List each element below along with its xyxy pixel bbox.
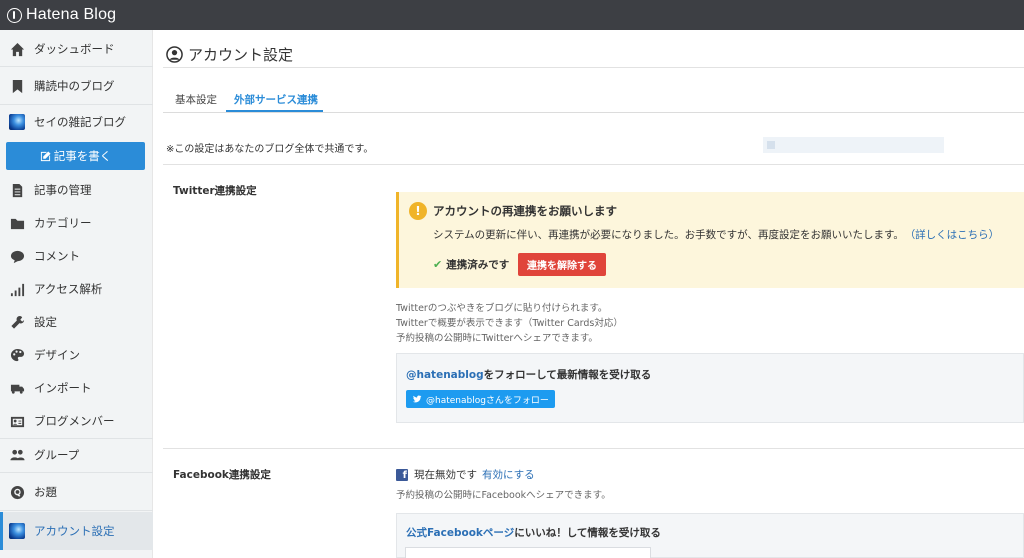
warning-icon: ! [409,202,427,220]
alert-title: アカウントの再連携をお願いします [433,204,617,218]
sidebar-item-blog[interactable]: セイの雑記ブログ [0,106,153,138]
sidebar-item-subscriptions[interactable]: 購読中のブログ [0,70,153,102]
sidebar-item-groups[interactable]: グループ [0,439,153,471]
write-article-button[interactable]: 記事を書く [6,142,145,170]
sidebar-item-articles[interactable]: 記事の管理 [0,174,153,206]
sidebar-item-label: アクセス解析 [34,282,103,296]
folder-icon [9,215,25,231]
home-icon [9,41,25,57]
divider [163,448,1024,449]
facebook-status: 現在無効です [414,469,477,481]
facebook-like-box: 公式Facebookページにいいね！して情報を受け取る [396,513,1024,558]
sidebar-item-label: 記事の管理 [34,183,92,197]
sidebar-item-comments[interactable]: コメント [0,240,153,272]
sidebar-item-label: カテゴリー [34,216,92,230]
common-settings-note: ※この設定はあなたのブログ全体で共通です。 [166,144,374,155]
twitter-desc-line: 予約投稿の公開時にTwitterへシェアできます。 [396,333,598,344]
top-bar: Hatena Blog [0,0,1024,30]
divider [0,472,153,473]
group-icon [9,447,25,463]
sidebar-item-label: 設定 [34,315,57,329]
sidebar: ダッシュボード 購読中のブログ セイの雑記ブログ 記事を書く 記事の管理 カテゴ… [0,30,153,558]
facebook-desc: 予約投稿の公開時にFacebookへシェアできます。 [396,490,611,501]
active-indicator [0,512,3,550]
divider [163,67,1024,68]
twitter-follow-label: @hatenablogさんをフォロー [426,395,549,406]
facebook-like-text-rest: にいいね！して情報を受け取る [514,527,661,539]
faded-overlay-element [763,137,944,153]
tab-basic-settings[interactable]: 基本設定 [175,92,217,107]
sidebar-item-design[interactable]: デザイン [0,339,153,371]
connected-label: 連携済みです [446,259,510,271]
sidebar-item-label: 購読中のブログ [34,79,115,93]
sidebar-item-label: セイの雑記ブログ [34,115,126,129]
write-button-label: 記事を書く [53,149,112,163]
follow-text: @hatenablogをフォローして最新情報を受け取る [406,367,651,382]
user-circle-icon [166,46,183,63]
blog-avatar-icon [9,114,25,130]
sidebar-item-label: インポート [34,381,92,395]
follow-text-rest: をフォローして最新情報を受け取る [483,369,652,381]
facebook-status-row: f 現在無効です 有効にする [396,467,535,482]
alert-body: システムの更新に伴い、再連携が必要になりました。お手数ですが、再度設定をお願いい… [433,227,999,242]
sidebar-item-label: お題 [34,485,57,499]
twitter-desc-line: Twitterのつぶやきをブログに貼り付けられます。 [396,303,608,314]
facebook-section-label: Facebook連携設定 [173,469,271,481]
sidebar-item-label: コメント [34,249,80,263]
twitter-section-label: Twitter連携設定 [173,185,257,197]
divider [0,510,153,511]
tab-external-services[interactable]: 外部サービス連携 [234,92,318,107]
sidebar-item-label: グループ [34,448,80,462]
hatena-logo-icon [7,7,22,23]
sidebar-item-label: ダッシュボード [34,42,115,56]
palette-icon [9,347,25,363]
wrench-icon [9,314,25,330]
sidebar-item-import[interactable]: インポート [0,372,153,404]
divider [163,164,1024,165]
facebook-icon: f [396,468,408,481]
comment-icon [9,248,25,264]
twitter-follow-button[interactable]: @hatenablogさんをフォロー [406,390,555,408]
sidebar-item-topics[interactable]: お題 [0,476,153,508]
facebook-page-link[interactable]: 公式Facebookページ [406,527,514,539]
id-card-icon [9,413,25,429]
divider [163,112,1024,113]
bar-chart-icon [9,281,25,297]
sidebar-item-label: アカウント設定 [34,524,115,538]
facebook-enable-link[interactable]: 有効にする [482,467,535,482]
page-title: アカウント設定 [166,44,293,65]
facebook-page-widget[interactable] [405,547,651,558]
sidebar-item-label: ブログメンバー [34,414,115,428]
account-avatar-icon [9,523,25,539]
details-link[interactable]: （詳しくはこちら） [910,229,999,241]
twitter-follow-box: @hatenablogをフォローして最新情報を受け取る @hatenablogさ… [396,353,1024,423]
hatena-blog-logo[interactable]: Hatena Blog [7,6,116,24]
facebook-like-text: 公式Facebookページにいいね！して情報を受け取る [406,525,661,540]
sidebar-item-account-settings[interactable]: アカウント設定 [0,512,153,550]
connected-status: ✔ 連携済みです [433,257,509,272]
sidebar-item-label: デザイン [34,348,80,362]
sidebar-item-settings[interactable]: 設定 [0,306,153,338]
sidebar-item-members[interactable]: ブログメンバー [0,405,153,437]
sidebar-item-categories[interactable]: カテゴリー [0,207,153,239]
document-icon [9,182,25,198]
bookmark-icon [9,78,25,94]
divider [0,104,153,105]
hatenablog-account-link[interactable]: @hatenablog [406,369,484,381]
divider [0,66,153,67]
truck-icon [9,380,25,396]
edit-icon [40,150,51,161]
twitter-bird-icon [412,395,422,403]
main-content: アカウント設定 基本設定 外部サービス連携 ※この設定はあなたのブログ全体で共通… [153,30,1024,558]
twitter-desc-line: Twitterで概要が表示できます（Twitter Cards対応） [396,318,623,329]
sidebar-item-dashboard[interactable]: ダッシュボード [0,33,153,65]
page-title-text: アカウント設定 [188,46,294,64]
alert-body-text: システムの更新に伴い、再連携が必要になりました。お手数ですが、再度設定をお願いい… [433,229,904,241]
sidebar-item-analytics[interactable]: アクセス解析 [0,273,153,305]
q-icon [9,484,25,500]
logo-text: Hatena Blog [26,6,117,23]
disconnect-button[interactable]: 連携を解除する [518,253,606,276]
check-icon: ✔ [433,258,443,271]
reconnect-alert: ! アカウントの再連携をお願いします システムの更新に伴い、再連携が必要になりま… [396,192,1024,288]
